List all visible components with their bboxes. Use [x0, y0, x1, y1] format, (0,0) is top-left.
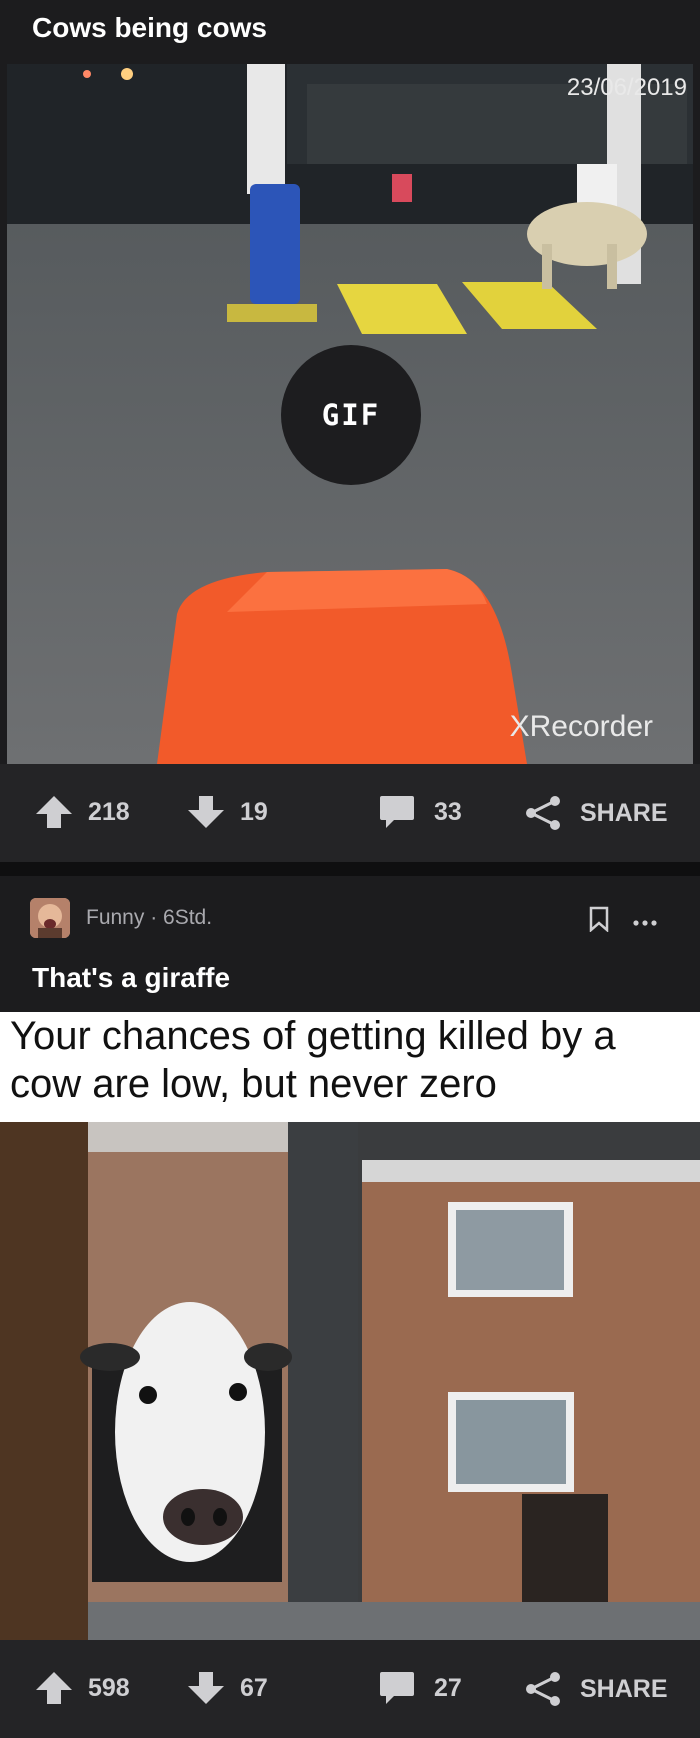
post1-video[interactable]: 23/06/2019 XRecorder GIF — [7, 64, 693, 764]
post2-downvote-button[interactable]: 67 — [186, 1670, 268, 1706]
post2-section-meta[interactable]: Funny · 6Std. — [86, 906, 212, 930]
post1-share-label: SHARE — [580, 798, 668, 827]
post1-share-button[interactable]: SHARE — [524, 794, 668, 832]
post2-image[interactable]: Your chances of getting killed by a cow … — [0, 1012, 700, 1640]
section-avatar[interactable] — [30, 898, 70, 938]
recorder-watermark: XRecorder — [509, 710, 653, 743]
share-icon — [526, 1672, 560, 1706]
arrow-up-icon — [36, 796, 72, 828]
post2-downvote-count: 67 — [240, 1673, 268, 1702]
post2-upvote-count: 598 — [88, 1673, 130, 1702]
comment-bubble-icon — [380, 1672, 414, 1704]
post2-comment-button[interactable]: 27 — [378, 1670, 462, 1706]
post-divider — [0, 862, 700, 876]
post2-header: Funny · 6Std. That's a giraffe — [0, 876, 700, 1012]
funny-face-avatar — [30, 898, 70, 938]
more-options-button[interactable] — [632, 914, 658, 932]
gif-label: GIF — [321, 398, 381, 432]
cow-window-photo — [0, 1122, 700, 1640]
arrow-down-icon — [188, 1672, 224, 1704]
post1-comment-button[interactable]: 33 — [378, 794, 462, 830]
post2-share-label: SHARE — [580, 1674, 668, 1703]
post1-comment-count: 33 — [434, 797, 462, 826]
post1-downvote-count: 19 — [240, 797, 268, 826]
more-dots-icon — [633, 920, 657, 926]
comment-bubble-icon — [380, 796, 414, 828]
arrow-up-icon — [36, 1672, 72, 1704]
post2-comment-count: 27 — [434, 1673, 462, 1702]
video-timestamp: 23/06/2019 — [566, 74, 687, 101]
post1-title[interactable]: Cows being cows — [32, 12, 267, 44]
post1-upvote-count: 218 — [88, 797, 130, 826]
post1-downvote-button[interactable]: 19 — [186, 794, 268, 830]
post1-upvote-button[interactable]: 218 — [34, 794, 130, 830]
save-button[interactable] — [588, 906, 610, 937]
bookmark-icon — [589, 906, 609, 933]
gif-badge[interactable]: GIF — [281, 345, 421, 485]
post1-action-bar: 218 19 33 SHARE — [0, 764, 700, 862]
post2-share-button[interactable]: SHARE — [524, 1670, 668, 1708]
share-icon — [526, 796, 560, 830]
post2-upvote-button[interactable]: 598 — [34, 1670, 130, 1706]
post2-title[interactable]: That's a giraffe — [32, 962, 230, 994]
post2-action-bar: 598 67 27 SHARE — [0, 1640, 700, 1738]
meme-caption: Your chances of getting killed by a cow … — [10, 1014, 616, 1106]
arrow-down-icon — [188, 796, 224, 828]
post1-header: Cows being cows — [0, 0, 700, 64]
